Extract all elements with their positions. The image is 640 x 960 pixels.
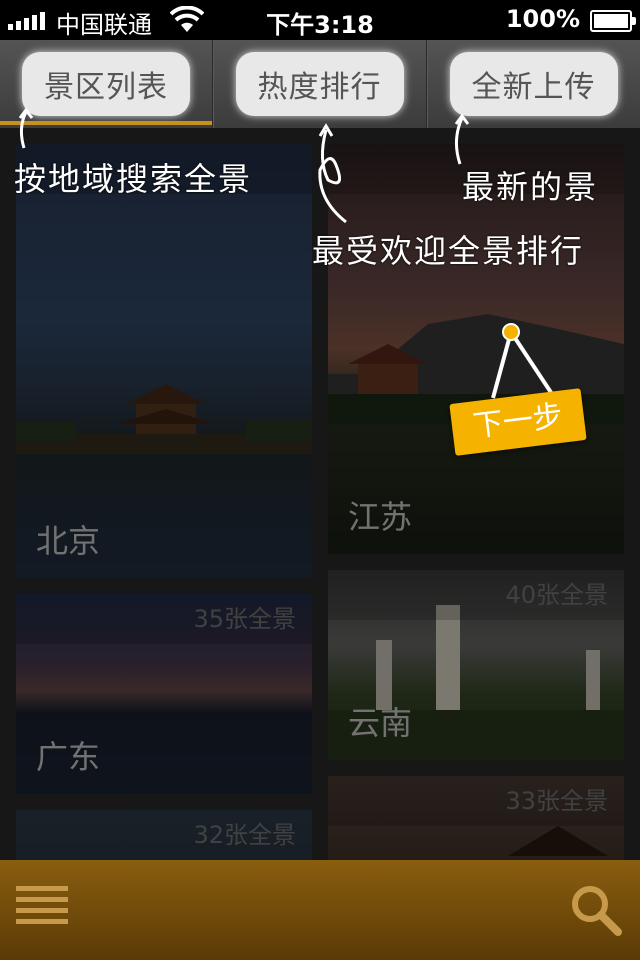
hint-newest: 最新的景 [462, 168, 599, 206]
tab-indicator [0, 121, 212, 125]
city-card-yunnan[interactable]: 40张全景 云南 [328, 570, 624, 760]
card-count: 32张全景 [16, 810, 312, 860]
card-city: 北京 [36, 522, 101, 560]
card-count: 33张全景 [328, 776, 624, 826]
tab-new-upload[interactable]: 全新上传 [427, 40, 640, 128]
tab-label: 热度排行 [235, 52, 404, 116]
tab-bar: 景区列表 热度排行 全新上传 [0, 40, 640, 128]
status-bar: 中国联通 下午3:18 100% [0, 0, 640, 40]
battery-percent: 100% [505, 5, 580, 33]
city-card-guangdong[interactable]: 35张全景 广东 [16, 594, 312, 794]
city-card[interactable]: 33张全景 [328, 776, 624, 860]
tab-label: 景区列表 [22, 52, 190, 116]
card-count: 35张全景 [16, 594, 312, 644]
tab-scenic-list[interactable]: 景区列表 [0, 40, 213, 128]
battery-icon [590, 10, 636, 32]
hint-region-search: 按地域搜索全景 [14, 160, 253, 198]
tab-label: 全新上传 [449, 52, 618, 116]
card-city: 云南 [348, 704, 413, 742]
city-card-beijing[interactable]: 北京 [16, 144, 312, 578]
city-card[interactable]: 32张全景 [16, 810, 312, 860]
card-city: 广东 [36, 738, 101, 776]
card-city: 江苏 [348, 498, 413, 536]
tab-hot-ranking[interactable]: 热度排行 [213, 40, 427, 128]
menu-icon[interactable] [16, 886, 68, 934]
bottom-bar [0, 860, 640, 960]
card-count: 40张全景 [328, 570, 624, 620]
forbidden-city-image [16, 384, 312, 454]
search-icon[interactable] [568, 882, 624, 938]
hint-popular: 最受欢迎全景排行 [312, 232, 585, 270]
